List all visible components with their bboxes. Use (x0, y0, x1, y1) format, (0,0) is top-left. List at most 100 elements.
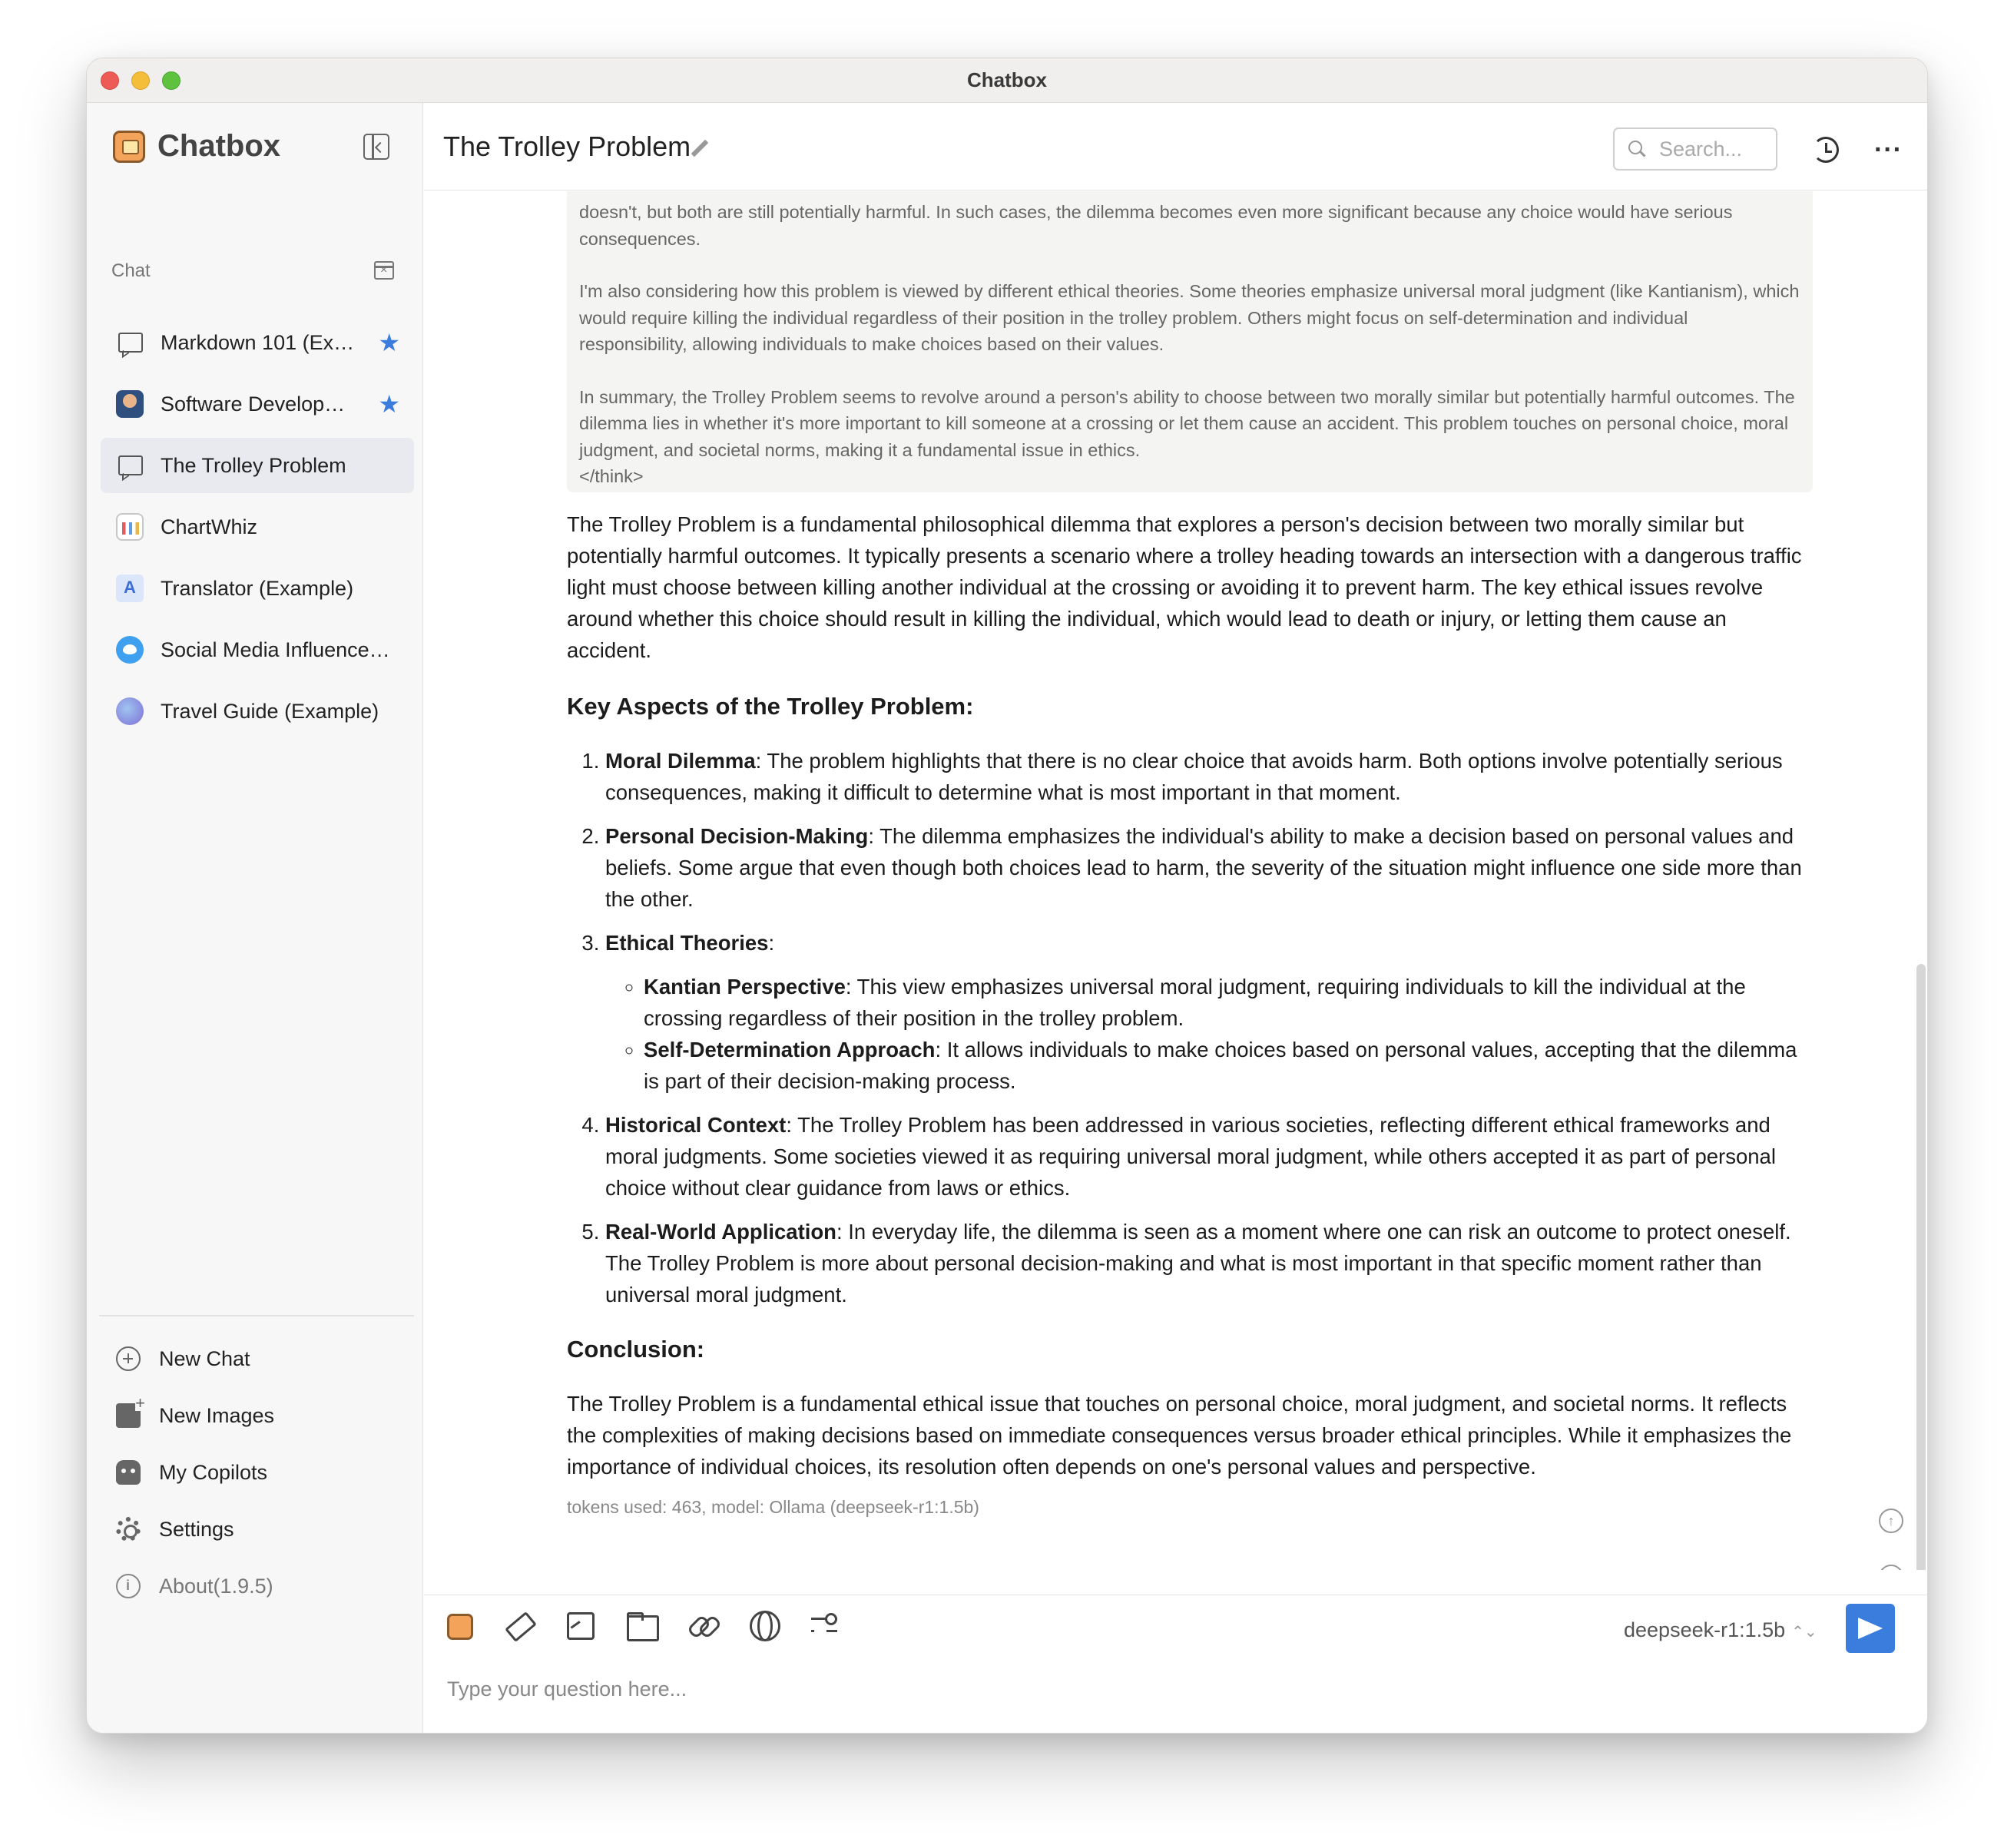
search-box[interactable] (1613, 128, 1777, 171)
chatbox-logo-icon (113, 130, 145, 163)
history-icon[interactable] (1813, 137, 1839, 163)
sidebar: Chatbox Chat Markdown 101 (Ex… ★ Softwar… (87, 103, 423, 1733)
send-button[interactable] (1846, 1604, 1895, 1653)
new-images-label: New Images (159, 1403, 275, 1427)
sidebar-item-label: Software Develop… (161, 392, 346, 416)
eraser-icon[interactable] (502, 1609, 535, 1641)
question-input[interactable] (447, 1666, 1830, 1712)
sidebar-item-translator[interactable]: Translator (Example) (101, 561, 414, 616)
minimize-window-button[interactable] (131, 71, 150, 90)
think-close-tag: </think> (579, 466, 644, 486)
sub-term: Kantian Perspective (644, 975, 846, 999)
main-panel: The Trolley Problem ··· doesn't, but bot… (424, 103, 1927, 1733)
about-label: About(1.9.5) (159, 1574, 273, 1598)
copilot-logo-icon[interactable] (447, 1614, 473, 1640)
chat-title: The Trolley Problem (443, 131, 691, 162)
aspect-term: Ethical Theories (605, 931, 769, 955)
collapse-sidebar-icon[interactable] (363, 134, 389, 160)
sidebar-item-markdown-101[interactable]: Markdown 101 (Ex… ★ (101, 315, 414, 370)
aspect-term: Historical Context (605, 1113, 787, 1137)
aspect-term: Real-World Application (605, 1220, 836, 1244)
my-copilots-button[interactable]: My Copilots (101, 1444, 414, 1501)
search-input[interactable] (1659, 137, 1767, 161)
scroll-down-icon[interactable]: ↓ (1879, 1565, 1903, 1570)
close-window-button[interactable] (101, 71, 119, 90)
globe-icon[interactable] (748, 1609, 780, 1641)
new-images-button[interactable]: New Images (101, 1387, 414, 1444)
star-icon[interactable]: ★ (378, 329, 400, 356)
sidebar-item-chartwhiz[interactable]: ChartWhiz (101, 499, 414, 555)
aspect-term: Personal Decision-Making (605, 824, 869, 848)
folder-icon[interactable] (625, 1609, 659, 1641)
sidebar-divider (99, 1315, 414, 1316)
list-item: Real-World Application: In everyday life… (605, 1216, 1815, 1310)
sidebar-item-social-media-influencer[interactable]: Social Media Influencer … (101, 622, 414, 677)
app-window: Chatbox Chatbox Chat Markdown 101 (Ex… ★… (86, 58, 1928, 1734)
plus-circle-icon (116, 1346, 141, 1371)
chat-list: Markdown 101 (Ex… ★ Software Develop… ★ … (101, 315, 414, 745)
list-item: Personal Decision-Making: The dilemma em… (605, 820, 1815, 915)
twitter-bird-avatar-icon (116, 636, 144, 664)
list-item: Self-Determination Approach: It allows i… (644, 1034, 1815, 1097)
ethical-theories-sublist: Kantian Perspective: This view emphasize… (605, 971, 1815, 1097)
robot-icon (116, 1460, 141, 1485)
token-usage-info: tokens used: 463, model: Ollama (deepsee… (567, 1497, 979, 1517)
window-title: Chatbox (967, 68, 1047, 91)
settings-button[interactable]: Settings (101, 1501, 414, 1558)
sidebar-item-software-developer[interactable]: Software Develop… ★ (101, 376, 414, 432)
about-button[interactable]: About(1.9.5) (101, 1558, 414, 1615)
chartwhiz-avatar-icon (116, 513, 144, 541)
gear-icon (116, 1517, 141, 1542)
list-item: Ethical Theories: Kantian Perspective: T… (605, 927, 1815, 1097)
more-options-icon[interactable]: ··· (1874, 135, 1903, 165)
scroll-up-icon[interactable]: ↑ (1879, 1509, 1903, 1533)
message-area[interactable]: doesn't, but both are still potentially … (424, 191, 1927, 1570)
sidebar-item-trolley-problem[interactable]: The Trolley Problem (101, 438, 414, 493)
link-icon[interactable] (687, 1609, 719, 1641)
model-name: deepseek-r1:1.5b (1624, 1618, 1786, 1641)
answer-intro: The Trolley Problem is a fundamental phi… (567, 512, 1802, 662)
assistant-answer: The Trolley Problem is a fundamental phi… (567, 508, 1815, 1523)
aspect-term: Moral Dilemma (605, 749, 756, 773)
translator-avatar-icon (116, 575, 144, 602)
info-icon (116, 1574, 141, 1598)
composer-toolbar (447, 1609, 842, 1641)
chat-section-label: Chat (111, 260, 151, 281)
developer-avatar-icon (116, 390, 144, 418)
conclusion-heading: Conclusion: (567, 1336, 705, 1363)
model-selector[interactable]: deepseek-r1:1.5b ⌃⌄ (1624, 1618, 1817, 1642)
sidebar-item-label: Social Media Influencer … (161, 638, 391, 661)
globe-avatar-icon (116, 697, 144, 725)
sidebar-item-travel-guide[interactable]: Travel Guide (Example) (101, 684, 414, 739)
new-chat-label: New Chat (159, 1346, 250, 1370)
brand: Chatbox (113, 129, 280, 164)
conclusion-text: The Trolley Problem is a fundamental eth… (567, 1392, 1792, 1479)
star-icon[interactable]: ★ (378, 390, 400, 418)
think-paragraph: doesn't, but both are still potentially … (579, 202, 1733, 249)
settings-label: Settings (159, 1517, 234, 1541)
sidebar-item-label: Travel Guide (Example) (161, 699, 379, 723)
aspect-text: : (768, 931, 775, 955)
aspects-list: Moral Dilemma: The problem highlights th… (567, 745, 1815, 1310)
aspects-heading: Key Aspects of the Trolley Problem: (567, 693, 974, 720)
sub-term: Self-Determination Approach (644, 1038, 936, 1061)
scrollbar[interactable] (1916, 964, 1926, 1570)
chat-bubble-icon (116, 452, 144, 479)
chat-bubble-icon (116, 329, 144, 356)
list-item: Kantian Perspective: This view emphasize… (644, 971, 1815, 1034)
zoom-window-button[interactable] (162, 71, 181, 90)
edit-pencil-icon[interactable] (691, 139, 709, 157)
aspect-text: : The problem highlights that there is n… (605, 749, 1783, 804)
chat-header: The Trolley Problem ··· (424, 103, 1927, 190)
thinking-block: doesn't, but both are still potentially … (567, 191, 1813, 492)
clear-archive-icon[interactable] (374, 261, 394, 280)
new-chat-button[interactable]: New Chat (101, 1330, 414, 1387)
window-controls (101, 71, 181, 90)
sliders-icon[interactable] (810, 1609, 842, 1641)
image-icon[interactable] (564, 1609, 596, 1641)
chevron-updown-icon: ⌃⌄ (1791, 1624, 1817, 1641)
my-copilots-label: My Copilots (159, 1460, 268, 1484)
list-item: Historical Context: The Trolley Problem … (605, 1109, 1815, 1204)
sidebar-item-label: Translator (Example) (161, 576, 354, 600)
sidebar-item-label: The Trolley Problem (161, 453, 346, 477)
